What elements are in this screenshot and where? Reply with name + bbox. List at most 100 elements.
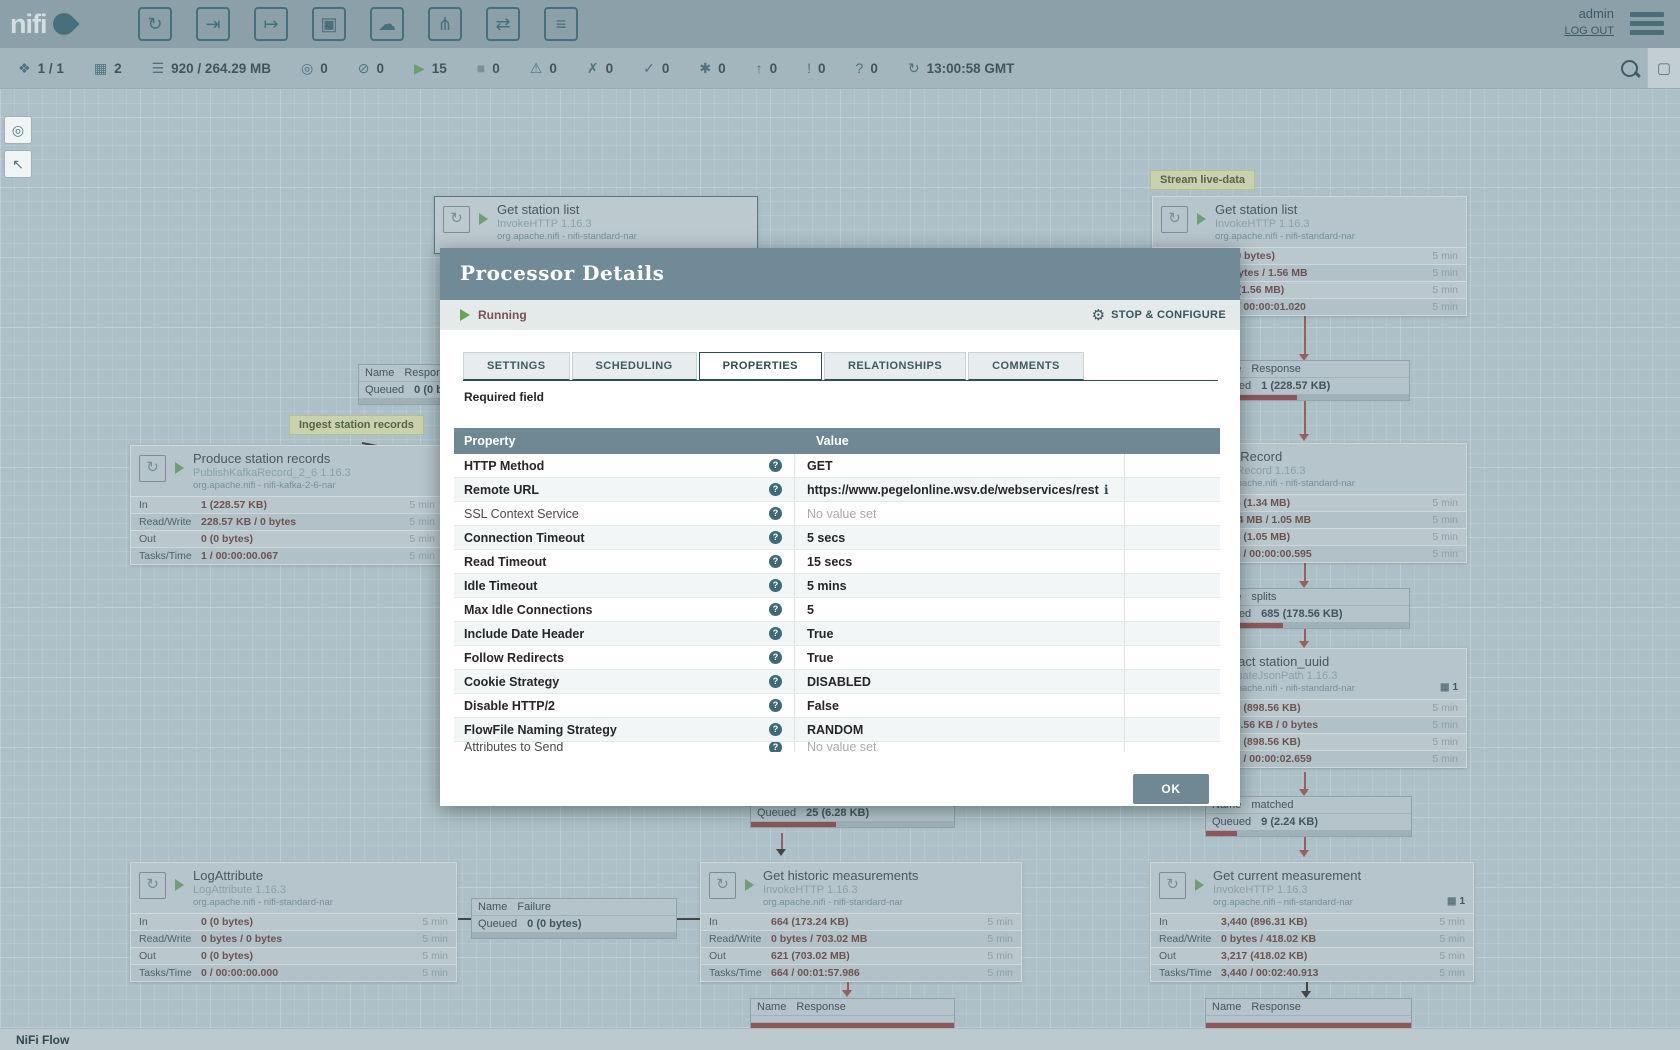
tab[interactable]: COMMENTS bbox=[968, 352, 1084, 380]
process-group-tool[interactable]: ▣ bbox=[312, 7, 346, 41]
help-icon[interactable]: ? bbox=[769, 603, 782, 616]
queue-bar bbox=[751, 821, 954, 827]
property-row: Follow Redirects ? True i bbox=[454, 646, 1220, 670]
refresh-time[interactable]: ↻ 13:00:58 GMT bbox=[908, 60, 1015, 77]
help-icon[interactable]: ? bbox=[769, 555, 782, 568]
help-icon[interactable]: ? bbox=[769, 483, 782, 496]
help-icon[interactable]: ? bbox=[769, 651, 782, 664]
help-icon[interactable]: ? bbox=[769, 742, 782, 752]
help-icon[interactable]: ? bbox=[769, 627, 782, 640]
connection-label-queued-25[interactable]: Queued25 (6.28 KB) bbox=[750, 804, 955, 828]
property-name: Idle Timeout bbox=[464, 579, 769, 593]
logout-link[interactable]: LOG OUT bbox=[1564, 25, 1614, 37]
ok-button[interactable]: OK bbox=[1133, 774, 1209, 804]
connection-label-response-bottom-right[interactable]: NameResponse bbox=[1205, 998, 1412, 1029]
tab[interactable]: SETTINGS bbox=[463, 352, 570, 380]
remote-process-group-tool[interactable]: ☁ bbox=[370, 7, 404, 41]
property-value[interactable]: DISABLED bbox=[807, 675, 871, 689]
property-value[interactable]: No value set bbox=[807, 507, 876, 521]
stat-row: In0 (0 bytes)5 min bbox=[131, 913, 456, 930]
dialog-title: Processor Details bbox=[460, 261, 664, 285]
connection-line bbox=[781, 833, 783, 849]
processor-name: Get historic measurements bbox=[763, 868, 918, 883]
processor-logattribute[interactable]: ↻ LogAttribute LogAttribute 1.16.3 org.a… bbox=[130, 862, 457, 982]
connection-line bbox=[458, 918, 471, 920]
property-name: Read Timeout bbox=[464, 555, 769, 569]
running: ▶ 15 bbox=[414, 60, 447, 77]
help-icon[interactable]: ? bbox=[769, 459, 782, 472]
stop-configure-button[interactable]: ⚙ STOP & CONFIGURE bbox=[1092, 306, 1226, 324]
funnel-tool[interactable]: ⋔ bbox=[428, 7, 462, 41]
stat-row: In664 (173.24 KB)5 min bbox=[701, 913, 1021, 930]
dialog-status-strip: Running ⚙ STOP & CONFIGURE bbox=[440, 300, 1240, 330]
outline-icon: ▢ bbox=[1657, 59, 1671, 77]
template-tool[interactable]: ⇄ bbox=[486, 7, 520, 41]
stat-row: Read/Write228.57 KB / 0 bytes5 min bbox=[131, 513, 443, 530]
target-tool-button[interactable]: ◎ bbox=[4, 116, 32, 144]
connection-label-failure[interactable]: NameFailure Queued0 (0 bytes) bbox=[471, 898, 677, 939]
processor-get-historic-measurements[interactable]: ↻ Get historic measurements InvokeHTTP 1… bbox=[700, 862, 1022, 982]
output-port-tool[interactable]: ↦ bbox=[254, 7, 288, 41]
property-value[interactable]: False bbox=[807, 699, 839, 713]
connection-line bbox=[1304, 398, 1306, 434]
properties-table: HTTP Method ? GET i Remote URL ? bbox=[454, 454, 1220, 754]
property-value[interactable]: No value set bbox=[807, 742, 876, 752]
stopped: ■ 0 bbox=[477, 60, 500, 76]
property-row: HTTP Method ? GET i bbox=[454, 454, 1220, 478]
input-port-tool[interactable]: ⇥ bbox=[196, 7, 230, 41]
property-row: Idle Timeout ? 5 mins i bbox=[454, 574, 1220, 598]
help-icon[interactable]: ? bbox=[769, 579, 782, 592]
processor-get-current-measurement[interactable]: ↻ Get current measurement InvokeHTTP 1.1… bbox=[1150, 862, 1474, 982]
transmitting: ◎ 0 bbox=[301, 60, 328, 77]
property-value[interactable]: RANDOM bbox=[807, 723, 863, 737]
tab[interactable]: PROPERTIES bbox=[699, 352, 822, 380]
property-row: Cookie Strategy ? DISABLED i bbox=[454, 670, 1220, 694]
processor-get-station-list-selected[interactable]: ↻ Get station list InvokeHTTP 1.16.3 org… bbox=[434, 196, 758, 254]
processor-produce-station-records[interactable]: ↻ Produce station records PublishKafkaRe… bbox=[130, 445, 444, 565]
processor-tool[interactable]: ↻ bbox=[138, 7, 172, 41]
stat-row: Out621 (703.02 MB)5 min bbox=[701, 947, 1021, 964]
label-ingest-station-records[interactable]: Ingest station records bbox=[289, 415, 424, 435]
property-row: Read Timeout ? 15 secs i bbox=[454, 550, 1220, 574]
property-value[interactable]: True bbox=[807, 627, 833, 641]
processor-type: InvokeHTTP 1.16.3 bbox=[763, 884, 918, 896]
connection-label-response-bottom-center[interactable]: NameResponse bbox=[750, 998, 955, 1029]
user-area: admin LOG OUT bbox=[1564, 6, 1614, 37]
info-icon[interactable]: i bbox=[1104, 483, 1109, 497]
property-value[interactable]: https://www.pegelonline.wsv.de/webservic… bbox=[807, 483, 1099, 497]
stat-row: Read/Write0 bytes / 0 bytes5 min bbox=[131, 930, 456, 947]
menu-icon[interactable] bbox=[1630, 12, 1664, 39]
help-icon[interactable]: ? bbox=[769, 699, 782, 712]
gear-icon: ⚙ bbox=[1092, 306, 1105, 324]
processor-icon: ↻ bbox=[1159, 872, 1186, 899]
stat-row: Out0 (0 bytes)5 min bbox=[131, 530, 443, 547]
property-value[interactable]: 15 secs bbox=[807, 555, 852, 569]
property-value[interactable]: 5 mins bbox=[807, 579, 847, 593]
label-stream-live-data[interactable]: Stream live-data bbox=[1150, 170, 1255, 190]
help-icon[interactable]: ? bbox=[769, 531, 782, 544]
pointer-tool-button[interactable]: ↖ bbox=[4, 150, 32, 178]
stop-configure-label: STOP & CONFIGURE bbox=[1111, 309, 1226, 321]
property-value[interactable]: 5 secs bbox=[807, 531, 845, 545]
processor-type: LogAttribute 1.16.3 bbox=[193, 884, 333, 896]
cluster-nodes: ❖ 1 / 1 bbox=[18, 60, 64, 77]
processor-bundle: org.apache.nifi - nifi-standard-nar bbox=[1213, 897, 1361, 908]
running-status-label: Running bbox=[478, 308, 527, 322]
help-icon[interactable]: ? bbox=[769, 675, 782, 688]
active-threads: ▦ 2 bbox=[94, 60, 122, 77]
property-value[interactable]: True bbox=[807, 651, 833, 665]
tab[interactable]: RELATIONSHIPS bbox=[824, 352, 966, 380]
property-value[interactable]: 5 bbox=[807, 603, 814, 617]
connection-arrow bbox=[1299, 434, 1309, 441]
help-icon[interactable]: ? bbox=[769, 723, 782, 736]
outline-button[interactable]: ▢ bbox=[1647, 48, 1680, 88]
property-row: Attributes to Send ? No value set i bbox=[454, 742, 1220, 752]
search-button[interactable] bbox=[1611, 48, 1647, 88]
label-tool[interactable]: ≡ bbox=[544, 7, 578, 41]
processor-stats: In3,440 (896.31 KB)5 minRead/Write0 byte… bbox=[1151, 913, 1473, 981]
breadcrumb[interactable]: NiFi Flow bbox=[16, 1033, 69, 1047]
help-icon[interactable]: ? bbox=[769, 507, 782, 520]
required-field-note: Required field bbox=[464, 390, 544, 404]
tab[interactable]: SCHEDULING bbox=[572, 352, 697, 380]
property-value[interactable]: GET bbox=[807, 459, 833, 473]
